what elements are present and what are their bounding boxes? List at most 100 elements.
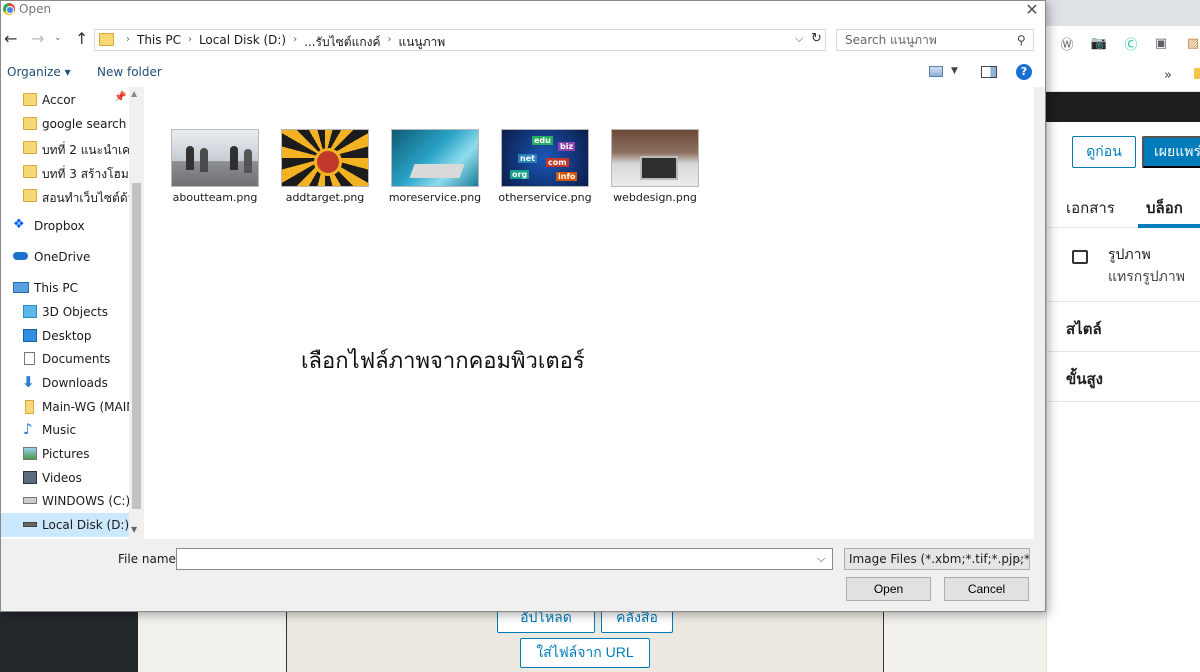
file-type-select[interactable]: Image Files (*.xbm;*.tif;*.pjp;*.p xyxy=(844,548,1030,570)
windows-drive-icon xyxy=(23,497,37,504)
breadcrumb: › This PC › Local Disk (D:) › ...รับไซต์… xyxy=(119,33,445,52)
desktop-icon xyxy=(23,329,37,342)
nav-item-main-wg[interactable]: Main-WG (MAIN xyxy=(1,396,129,418)
image-block-icon xyxy=(1072,250,1088,264)
nav-item-music[interactable]: ♪ Music xyxy=(1,419,129,441)
back-arrow-icon[interactable]: ← xyxy=(4,29,17,48)
breadcrumb-separator-icon[interactable]: › xyxy=(188,34,192,53)
refresh-icon[interactable]: ↻ xyxy=(811,31,822,46)
scroll-up-icon[interactable]: ▲ xyxy=(131,89,137,98)
nav-item-quick-access[interactable]: สอนทำเว็บไซต์ด้วย W xyxy=(1,185,129,207)
insert-from-url-button[interactable]: ใส่ไฟล์จาก URL xyxy=(520,638,650,668)
wordpress-icon[interactable]: Ⓦ xyxy=(1058,34,1076,53)
disk-drive-icon xyxy=(23,522,37,527)
line-icon[interactable]: ▣ xyxy=(1152,34,1170,52)
nav-item-label: สอนทำเว็บไซต์ด้วย W xyxy=(42,191,129,205)
chevron-down-icon[interactable]: ⌵ xyxy=(1015,552,1023,566)
bookmarks-overflow-icon[interactable]: » xyxy=(1164,68,1172,83)
nav-item-this-pc[interactable]: This PC xyxy=(1,277,129,299)
close-button[interactable]: ✕ xyxy=(1019,0,1045,19)
chevron-down-icon[interactable]: ⌵ xyxy=(817,552,825,566)
nav-item-videos[interactable]: Videos xyxy=(1,467,129,489)
bookmark-folder-icon[interactable] xyxy=(1194,68,1200,79)
panel-style-label: สไตล์ xyxy=(1066,320,1102,338)
up-arrow-icon[interactable]: ↑ xyxy=(75,29,88,48)
folder-icon xyxy=(23,165,37,178)
nav-item-pictures[interactable]: Pictures xyxy=(1,443,129,465)
onedrive-cloud-icon xyxy=(13,252,28,260)
bookmarks-bar: » xyxy=(1046,62,1200,92)
breadcrumb-item[interactable]: This PC xyxy=(137,33,181,52)
nav-item-windows-c[interactable]: WINDOWS (C:) xyxy=(1,490,129,512)
thumbnail-word: org xyxy=(510,170,530,179)
help-icon[interactable]: ? xyxy=(1016,64,1032,80)
dialog-title: Open xyxy=(19,2,52,16)
publish-button[interactable]: เผยแพร่ xyxy=(1142,136,1200,168)
nav-item-label: Pictures xyxy=(42,447,90,461)
nav-item-quick-access[interactable]: Accor 📌 xyxy=(1,89,129,111)
change-view-icon[interactable] xyxy=(929,66,943,77)
file-item[interactable]: addtarget.png xyxy=(273,125,377,211)
nav-item-label: Desktop xyxy=(42,329,92,343)
organize-menu-button[interactable]: Organize ▾ xyxy=(7,65,71,79)
nav-item-desktop[interactable]: Desktop xyxy=(1,325,129,347)
breadcrumb-separator-icon[interactable]: › xyxy=(293,34,297,53)
panel-style[interactable]: สไตล์ xyxy=(1046,302,1200,352)
music-note-icon: ♪ xyxy=(23,420,33,438)
tab-document[interactable]: เอกสาร xyxy=(1066,196,1115,220)
file-item[interactable]: edu biz net com org info otherservice.pn… xyxy=(493,125,597,211)
navigation-pane: Accor 📌 google search ad บทที่ 2 แนะนำเค… xyxy=(1,87,144,539)
scrollbar-thumb[interactable] xyxy=(132,183,141,509)
file-item[interactable]: aboutteam.png xyxy=(163,125,267,211)
chevron-down-icon[interactable]: ⌵ xyxy=(795,32,803,46)
block-name: รูปภาพ xyxy=(1108,247,1151,263)
tab-block[interactable]: บล็อก xyxy=(1146,196,1183,220)
document-icon xyxy=(24,352,35,365)
nav-item-local-disk-d[interactable]: Local Disk (D:) xyxy=(1,513,129,537)
command-bar: Organize ▾ New folder ▼ ? xyxy=(1,61,1045,87)
file-item[interactable]: webdesign.png xyxy=(603,125,707,211)
navigation-pane-scrollbar[interactable]: ▲ ▼ xyxy=(129,87,144,539)
file-name-input[interactable] xyxy=(177,549,813,569)
search-box: ⚲ xyxy=(836,29,1034,51)
breadcrumb-item[interactable]: แนนูภาพ xyxy=(398,33,445,52)
nav-item-3d-objects[interactable]: 3D Objects xyxy=(1,301,129,323)
file-name: aboutteam.png xyxy=(172,191,258,204)
breadcrumb-item[interactable]: Local Disk (D:) xyxy=(199,33,286,52)
panel-advanced-label: ขั้นสูง xyxy=(1066,370,1103,388)
panel-advanced[interactable]: ขั้นสูง xyxy=(1046,352,1200,402)
breadcrumb-separator-icon[interactable]: › xyxy=(387,34,391,53)
open-button[interactable]: Open xyxy=(846,577,931,601)
nav-item-quick-access[interactable]: google search ad xyxy=(1,113,129,135)
computer-icon xyxy=(13,282,29,293)
preview-pane-icon[interactable] xyxy=(981,66,997,78)
nav-item-quick-access[interactable]: บทที่ 3 สร้างโฮมเพจ xyxy=(1,161,129,183)
recent-locations-chevron-icon[interactable]: ⌄ xyxy=(54,33,62,43)
preview-button[interactable]: ดูก่อน xyxy=(1072,136,1136,168)
wp-admin-menu xyxy=(0,612,138,672)
address-bar[interactable]: › This PC › Local Disk (D:) › ...รับไซต์… xyxy=(94,29,826,51)
nav-item-label: Local Disk (D:) xyxy=(42,518,129,532)
photo-icon[interactable]: ▨ xyxy=(1184,34,1200,52)
pictures-icon xyxy=(23,447,37,460)
file-item[interactable]: moreservice.png xyxy=(383,125,487,211)
nav-item-quick-access[interactable]: บทที่ 2 แนะนำเครื่อง xyxy=(1,137,129,159)
scroll-down-icon[interactable]: ▼ xyxy=(131,525,137,534)
nav-item-label: google search ad xyxy=(42,117,129,131)
cancel-button[interactable]: Cancel xyxy=(944,577,1029,601)
nav-item-onedrive[interactable]: OneDrive xyxy=(1,246,129,268)
search-icon[interactable]: ⚲ xyxy=(1017,33,1026,47)
search-input[interactable] xyxy=(837,30,1012,50)
nav-item-dropbox[interactable]: ❖ Dropbox xyxy=(1,215,129,237)
view-options-chevron-icon[interactable]: ▼ xyxy=(951,66,958,76)
new-folder-button[interactable]: New folder xyxy=(97,65,162,79)
nav-item-documents[interactable]: Documents xyxy=(1,348,129,370)
file-name: webdesign.png xyxy=(613,191,697,204)
nav-item-downloads[interactable]: ⬇ Downloads xyxy=(1,372,129,394)
camera-icon[interactable]: 📷 xyxy=(1090,34,1108,52)
forward-arrow-icon[interactable]: → xyxy=(31,29,44,48)
grammarly-icon[interactable]: Ⓒ xyxy=(1122,34,1140,53)
breadcrumb-item[interactable]: ...รับไซต์แกงค์ xyxy=(304,33,380,52)
dropbox-icon: ❖ xyxy=(13,217,25,232)
cube-icon xyxy=(23,305,37,318)
